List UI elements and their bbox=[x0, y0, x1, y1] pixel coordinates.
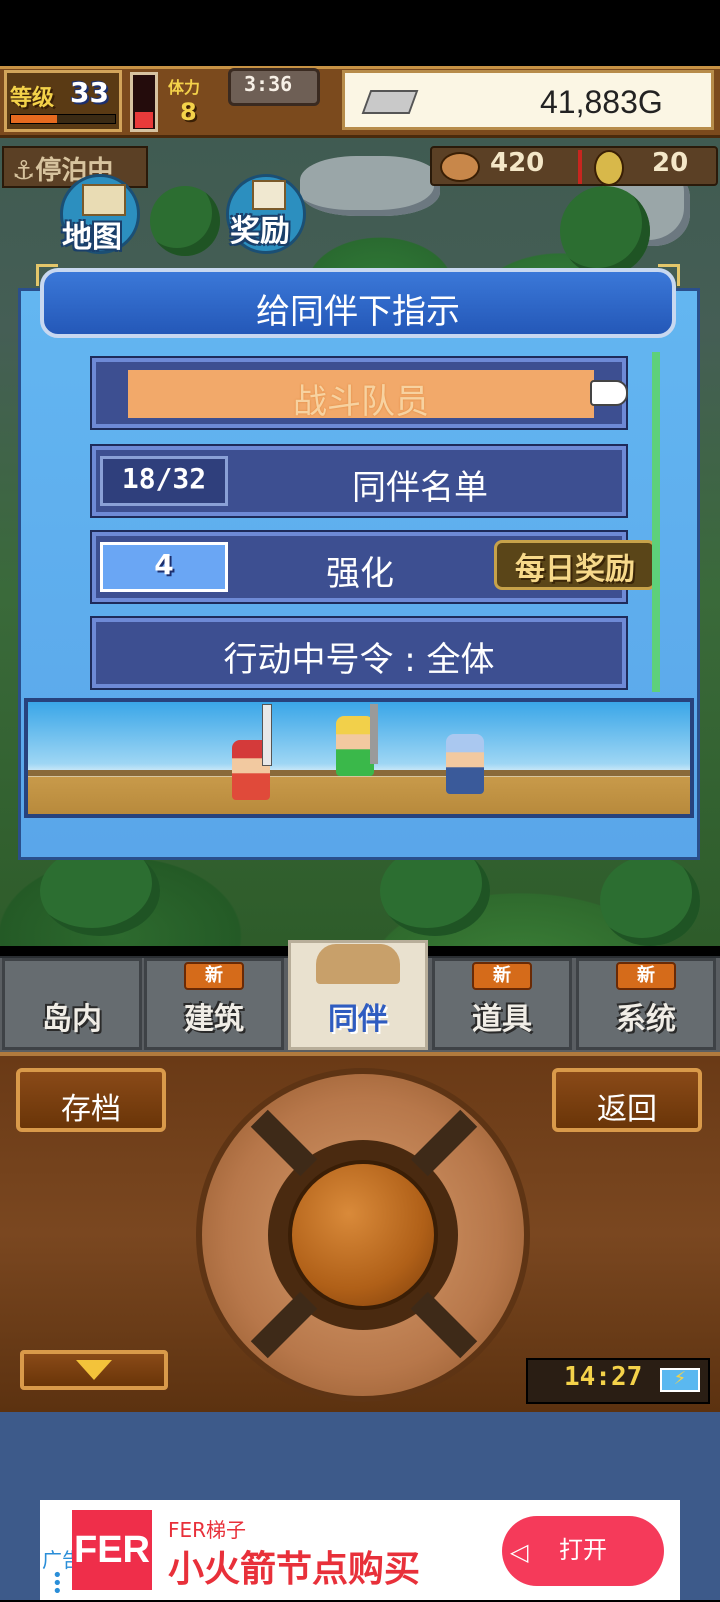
silver-bar-icon bbox=[361, 90, 419, 114]
ad-title: 小火箭节点购买 bbox=[168, 1549, 421, 1590]
pole-weapon-icon bbox=[370, 704, 378, 764]
tab-label: 建筑 bbox=[184, 1002, 244, 1037]
tab-label: 道具 bbox=[472, 1002, 532, 1037]
enhance-count: 4 bbox=[154, 548, 174, 581]
tree bbox=[600, 856, 700, 946]
corner-ornament bbox=[658, 264, 680, 286]
resource-divider bbox=[578, 150, 582, 184]
menu-item-label: 战斗队员 bbox=[293, 382, 429, 422]
corner-ornament bbox=[36, 264, 58, 286]
level-label: 等级 bbox=[10, 86, 55, 111]
more-dots-icon[interactable]: • • • bbox=[52, 1567, 63, 1601]
exp-bar-fill bbox=[11, 115, 57, 123]
confirm-button[interactable] bbox=[288, 1160, 438, 1310]
game-clock: 3:36 bbox=[244, 72, 293, 96]
meat-icon bbox=[440, 152, 480, 182]
tree bbox=[560, 186, 650, 276]
sword-icon bbox=[262, 704, 272, 766]
new-badge: 新 bbox=[472, 962, 532, 990]
companion-count: 18/32 bbox=[121, 462, 207, 495]
down-arrow-icon bbox=[76, 1360, 112, 1380]
gold-amount: 41,883G bbox=[540, 84, 663, 120]
new-badge: 新 bbox=[616, 962, 676, 990]
tab-label: 系统 bbox=[616, 1002, 676, 1037]
menu-item-label: 强化 bbox=[326, 554, 394, 594]
medal-icon bbox=[594, 150, 624, 186]
status-bar-area bbox=[0, 0, 720, 66]
companion-tab-icon bbox=[316, 944, 400, 984]
back-button-label: 返回 bbox=[597, 1092, 657, 1127]
stamina-gauge-fill bbox=[135, 112, 153, 128]
new-badge: 新 bbox=[184, 962, 244, 990]
ad-logo: FER bbox=[72, 1510, 152, 1590]
stamina-label: 体力 bbox=[168, 78, 201, 97]
ad-open-label: 打开 bbox=[559, 1536, 607, 1564]
background-strip bbox=[0, 1412, 720, 1498]
map-button-label: 地图 bbox=[62, 220, 122, 255]
hand-pointer-icon bbox=[590, 380, 628, 406]
real-time-clock: 14:27 bbox=[564, 1362, 643, 1392]
resource-food-value: 420 bbox=[490, 148, 545, 178]
daily-reward-label: 每日奖励 bbox=[515, 552, 635, 587]
snow-rock bbox=[300, 156, 440, 216]
tree bbox=[150, 186, 220, 256]
level-value: 33 bbox=[70, 76, 109, 109]
menu-item-label: 行动中号令 : 全体 bbox=[223, 640, 495, 680]
battery-icon: ⚡ bbox=[660, 1368, 700, 1392]
resource-medal-value: 20 bbox=[652, 148, 689, 178]
tab-label: 岛内 bbox=[42, 1002, 102, 1037]
ad-brand: FER梯子 bbox=[168, 1518, 247, 1542]
stamina-value: 8 bbox=[180, 98, 197, 126]
tab-label: 同伴 bbox=[328, 1002, 388, 1037]
character-archer bbox=[336, 716, 374, 776]
save-button-label: 存档 bbox=[61, 1092, 121, 1127]
menu-item-label: 同伴名单 bbox=[352, 468, 488, 508]
dialog-title: 给同伴下指示 bbox=[256, 292, 460, 332]
character-knight bbox=[446, 734, 484, 794]
reward-button-label: 奖励 bbox=[230, 214, 290, 249]
scrollbar[interactable] bbox=[652, 352, 660, 692]
